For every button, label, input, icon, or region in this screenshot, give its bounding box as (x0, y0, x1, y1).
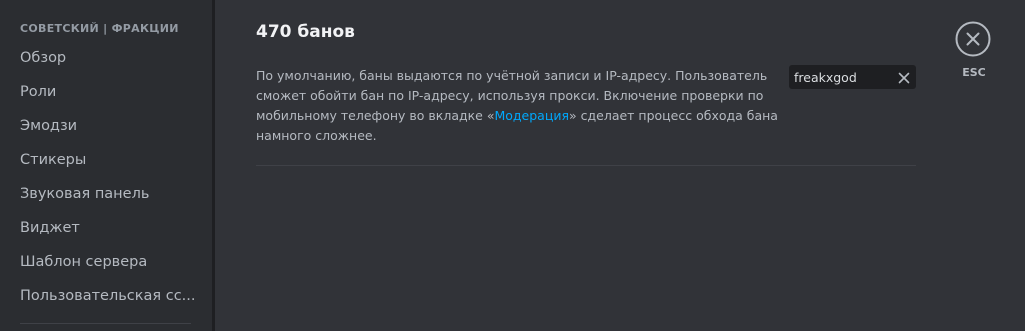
close-x-icon[interactable] (897, 70, 911, 84)
sidebar-divider (20, 323, 191, 324)
description-text: » сделает процесс обхода бана (569, 108, 778, 123)
bans-description: По умолчанию, баны выдаются по учётной з… (256, 66, 778, 146)
description-line: сможет обойти бан по IP-адресу, использу… (256, 88, 764, 103)
sidebar-item-emoji[interactable]: Эмодзи (20, 112, 196, 140)
description-line: мобильному телефону во вкладке «Модераци… (256, 106, 778, 126)
close-settings-button[interactable] (955, 21, 991, 57)
esc-label: ESC (962, 66, 986, 79)
sidebar-scroll-edge (212, 0, 215, 331)
content-divider (256, 165, 916, 166)
description-text: мобильному телефону во вкладке « (256, 108, 495, 123)
sidebar-item-soundboard[interactable]: Звуковая панель (20, 180, 196, 208)
description-line: намного сложнее. (256, 128, 377, 143)
sidebar-item-overview[interactable]: Обзор (20, 44, 196, 72)
sidebar-server-header: СОВЕТСКИЙ | ФРАКЦИИ (20, 22, 179, 35)
sidebar-item-roles[interactable]: Роли (20, 78, 196, 106)
page-title: 470 банов (256, 22, 355, 42)
moderation-link[interactable]: Модерация (494, 108, 569, 123)
description-line: По умолчанию, баны выдаются по учётной з… (256, 68, 768, 83)
sidebar-item-stickers[interactable]: Стикеры (20, 146, 196, 174)
close-circle-icon (955, 21, 991, 57)
ban-search-box (789, 65, 916, 89)
sidebar-item-custom-invite-link[interactable]: Пользовательская сс... (20, 282, 196, 310)
sidebar-item-server-template[interactable]: Шаблон сервера (20, 248, 196, 276)
ban-search-input[interactable] (794, 65, 890, 89)
server-settings-bans: СОВЕТСКИЙ | ФРАКЦИИ Обзор Роли Эмодзи Ст… (0, 0, 1025, 331)
settings-sidebar: СОВЕТСКИЙ | ФРАКЦИИ Обзор Роли Эмодзи Ст… (0, 0, 212, 331)
sidebar-item-widget[interactable]: Виджет (20, 214, 196, 242)
